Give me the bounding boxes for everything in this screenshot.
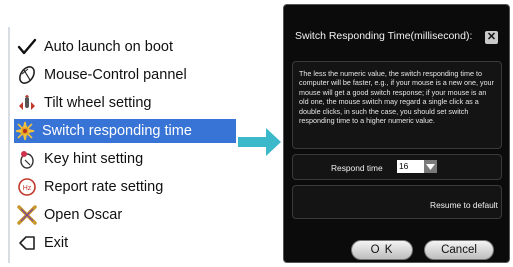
close-icon[interactable]: ✕: [485, 31, 498, 44]
respond-time-row: Respond time 16: [292, 154, 502, 180]
menu-item-label: Report rate setting: [44, 179, 164, 195]
respond-time-label: Respond time: [331, 163, 383, 173]
respond-time-input[interactable]: 16: [397, 160, 424, 173]
ok-button[interactable]: O K: [351, 240, 413, 260]
chevron-down-icon[interactable]: [424, 160, 437, 173]
oscar-icon: [16, 204, 38, 226]
menu-item-label: Open Oscar: [44, 207, 123, 223]
switch-time-icon: [14, 120, 36, 142]
menu-item-label: Mouse-Control pannel: [44, 67, 187, 83]
tilt-wheel-icon: [16, 92, 38, 114]
menu-item-label: Tilt wheel setting: [44, 95, 152, 111]
menu-item-auto-launch[interactable]: Auto launch on boot: [16, 35, 234, 59]
resume-row: Resume to default: [292, 185, 502, 219]
key-hint-icon: [16, 148, 38, 170]
resume-to-default-link[interactable]: Resume to default: [430, 200, 498, 210]
menu-item-exit[interactable]: Exit: [16, 231, 234, 255]
menu-item-tilt-wheel[interactable]: Tilt wheel setting: [16, 91, 234, 115]
menu-item-switch-responding-time[interactable]: Switch responding time: [14, 119, 236, 143]
exit-icon: [16, 232, 38, 254]
description-text: The less the numeric value, the switch r…: [292, 61, 502, 149]
mouse-icon: [16, 64, 38, 86]
menu-item-label: Key hint setting: [44, 151, 144, 167]
menu-item-label: Exit: [44, 235, 69, 251]
switch-responding-time-dialog: Switch Responding Time(millisecond): ✕ T…: [283, 4, 510, 263]
menu-item-label: Switch responding time: [42, 123, 192, 139]
checkmark-icon: [16, 36, 38, 58]
menu-item-open-oscar[interactable]: Open Oscar: [16, 203, 234, 227]
context-menu: Auto launch on boot Mouse-Control pannel…: [8, 27, 236, 263]
dialog-title: Switch Responding Time(millisecond):: [295, 30, 473, 42]
report-rate-icon-text: Hz: [23, 185, 32, 192]
arrow-right-icon: [238, 128, 281, 156]
menu-item-key-hint[interactable]: Key hint setting: [16, 147, 234, 171]
menu-item-report-rate[interactable]: Hz Report rate setting: [16, 175, 234, 199]
cancel-button[interactable]: Cancel: [424, 240, 494, 260]
menu-item-label: Auto launch on boot: [44, 39, 173, 55]
menu-item-mouse-control[interactable]: Mouse-Control pannel: [16, 63, 234, 87]
report-rate-icon: Hz: [16, 176, 38, 198]
